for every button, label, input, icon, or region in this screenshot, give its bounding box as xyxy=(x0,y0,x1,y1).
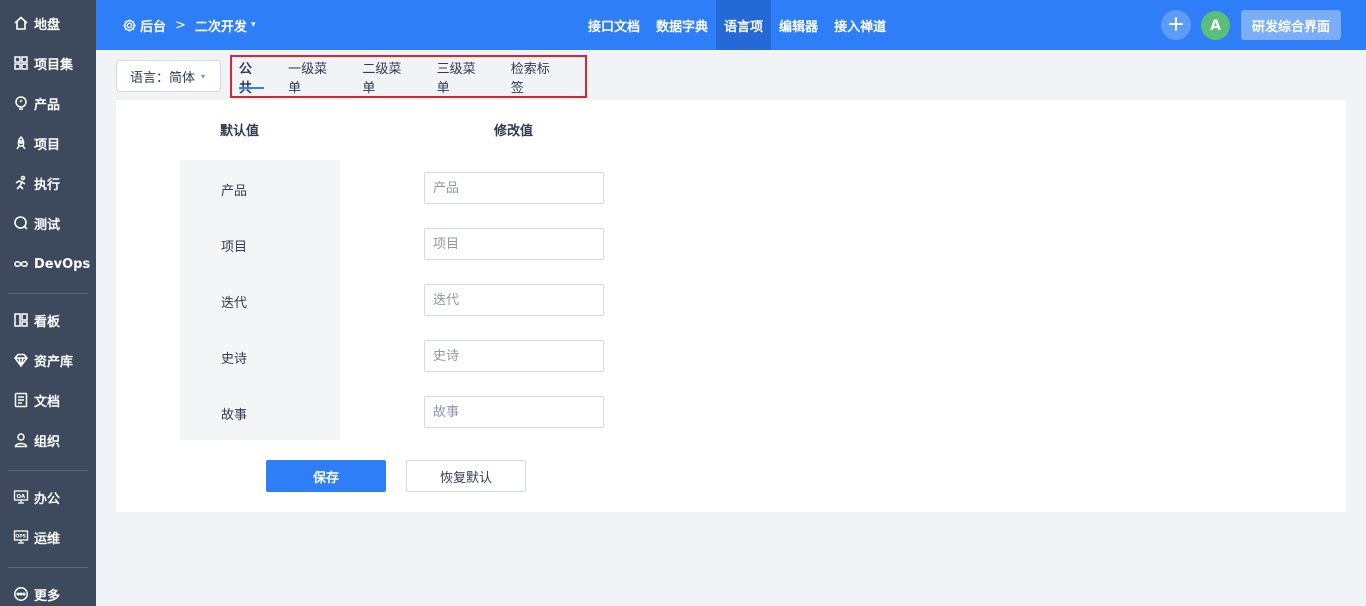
document-icon xyxy=(13,392,29,408)
default-value-cell: 项目 xyxy=(221,240,248,255)
test-icon xyxy=(13,215,29,231)
sidebar-item-execution[interactable]: 执行 xyxy=(0,163,96,203)
home-icon xyxy=(13,15,29,31)
language-select-value: 语言：简体 xyxy=(130,70,196,86)
breadcrumb: 后台 > 二次开发 ▾ xyxy=(122,0,255,50)
modified-value-header: 修改值 xyxy=(494,124,534,139)
sidebar-item-label: 项目 xyxy=(34,137,61,153)
tab-level1-menu[interactable]: 一级菜单 xyxy=(288,57,338,96)
modified-value-input[interactable] xyxy=(424,172,604,204)
top-header: 后台 > 二次开发 ▾ 接口文档 数据字典 语言项 编辑器 接入禅道 + A 研… xyxy=(96,0,1366,50)
sidebar-item-label: 产品 xyxy=(34,97,61,113)
sidebar-item-more[interactable]: 更多 xyxy=(0,574,96,606)
sidebar-item-label: 项目集 xyxy=(34,57,74,73)
user-icon xyxy=(13,432,29,448)
sidebar-item-ops[interactable]: OPS 运维 xyxy=(0,517,96,557)
tab-search-tags[interactable]: 检索标签 xyxy=(511,57,561,96)
sidebar-item-label: 地盘 xyxy=(34,17,61,33)
oa-icon: OA xyxy=(13,489,29,505)
sidebar-item-office[interactable]: OA 办公 xyxy=(0,477,96,517)
nav-integrate-zentao[interactable]: 接入禅道 xyxy=(826,0,894,50)
chevron-down-icon[interactable]: ▾ xyxy=(251,20,256,30)
restore-default-button[interactable]: 恢复默认 xyxy=(406,460,526,492)
sidebar-divider xyxy=(8,293,88,294)
diamond-icon xyxy=(13,352,29,368)
sidebar-item-label: 组织 xyxy=(34,434,61,450)
sidebar-item-label: DevOps xyxy=(34,256,91,272)
modified-value-input[interactable] xyxy=(424,340,604,372)
svg-text:OPS: OPS xyxy=(15,534,26,540)
default-values-column: 产品 项目 迭代 史诗 故事 xyxy=(180,160,340,440)
kanban-icon xyxy=(13,312,29,328)
avatar[interactable]: A xyxy=(1201,11,1230,40)
ops-icon: OPS xyxy=(13,529,29,545)
sidebar-divider xyxy=(8,470,88,471)
nav-api-docs[interactable]: 接口文档 xyxy=(580,0,648,50)
sidebar: 地盘 项目集 产品 项目 执行 测试 DevOps 看板 资产库 文档 组织 O… xyxy=(0,0,96,606)
sidebar-item-product[interactable]: 产品 xyxy=(0,83,96,123)
breadcrumb-root[interactable]: 后台 xyxy=(140,16,166,35)
sidebar-item-project[interactable]: 项目 xyxy=(0,123,96,163)
nav-data-dictionary[interactable]: 数据字典 xyxy=(648,0,716,50)
sidebar-item-program[interactable]: 项目集 xyxy=(0,43,96,83)
language-select[interactable]: 语言：简体 ▾ xyxy=(116,60,221,92)
modified-value-input[interactable] xyxy=(424,284,604,316)
tab-common[interactable]: 公共 xyxy=(239,57,265,96)
sidebar-item-organization[interactable]: 组织 xyxy=(0,420,96,460)
sidebar-item-label: 测试 xyxy=(34,217,61,233)
grid-icon xyxy=(13,55,29,71)
infinity-icon xyxy=(13,256,29,272)
sidebar-item-devops[interactable]: DevOps xyxy=(0,244,96,284)
sidebar-item-assets[interactable]: 资产库 xyxy=(0,340,96,380)
sidebar-item-test[interactable]: 测试 xyxy=(0,203,96,243)
rd-portal-button[interactable]: 研发综合界面 xyxy=(1241,10,1341,40)
default-value-header: 默认值 xyxy=(220,124,260,139)
default-value-cell: 史诗 xyxy=(221,352,248,367)
language-form-panel: 默认值 修改值 产品 项目 迭代 史诗 故事 保存 恢复默认 xyxy=(116,100,1346,512)
breadcrumb-separator: > xyxy=(175,17,186,33)
sidebar-item-label: 资产库 xyxy=(34,354,74,370)
default-value-cell: 产品 xyxy=(221,184,248,199)
tab-level2-menu[interactable]: 二级菜单 xyxy=(362,57,412,96)
default-value-cell: 迭代 xyxy=(221,296,248,311)
sidebar-item-label: 办公 xyxy=(34,491,61,507)
tab-level3-menu[interactable]: 三级菜单 xyxy=(437,57,487,96)
top-nav: 接口文档 数据字典 语言项 编辑器 接入禅道 xyxy=(580,0,894,50)
svg-text:OA: OA xyxy=(16,494,26,500)
more-icon xyxy=(13,586,29,602)
menu-tabs-highlight: 公共 一级菜单 二级菜单 三级菜单 检索标签 xyxy=(230,55,587,98)
sidebar-divider xyxy=(8,567,88,568)
modified-value-input[interactable] xyxy=(424,228,604,260)
breadcrumb-current[interactable]: 二次开发 xyxy=(195,16,247,35)
sidebar-item-docs[interactable]: 文档 xyxy=(0,380,96,420)
sidebar-item-dashboard[interactable]: 地盘 xyxy=(0,3,96,43)
nav-language-items[interactable]: 语言项 xyxy=(716,0,772,50)
default-value-cell: 故事 xyxy=(221,408,248,423)
sidebar-item-label: 看板 xyxy=(34,314,61,330)
chevron-down-icon: ▾ xyxy=(201,71,206,81)
create-plus-button[interactable]: + xyxy=(1161,10,1191,40)
rocket-icon xyxy=(13,135,29,151)
sidebar-item-kanban[interactable]: 看板 xyxy=(0,300,96,340)
sidebar-item-label: 运维 xyxy=(34,531,61,547)
sidebar-item-label: 文档 xyxy=(34,394,61,410)
run-icon xyxy=(13,175,29,191)
lightbulb-icon xyxy=(13,95,29,111)
sidebar-item-label: 更多 xyxy=(34,588,61,604)
modified-value-input[interactable] xyxy=(424,396,604,428)
gear-icon xyxy=(123,18,136,32)
nav-editor[interactable]: 编辑器 xyxy=(771,0,826,50)
save-button[interactable]: 保存 xyxy=(266,460,386,492)
sidebar-item-label: 执行 xyxy=(34,177,61,193)
